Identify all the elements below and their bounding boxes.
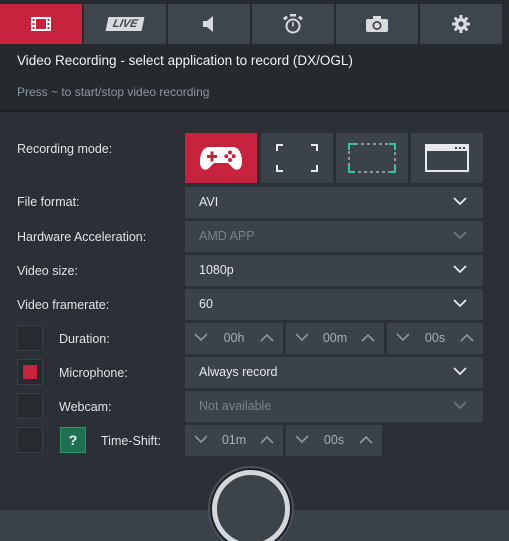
chevron-up-icon[interactable] [460, 333, 474, 342]
timeshift-checkbox[interactable] [17, 427, 43, 453]
record-button[interactable] [212, 470, 290, 541]
file-format-select[interactable]: AVI [185, 187, 483, 218]
window-icon [425, 144, 469, 172]
duration-hours-stepper[interactable]: 00h [185, 323, 283, 354]
chevron-down-icon [453, 401, 467, 410]
timeshift-help-button[interactable]: ? [60, 427, 86, 453]
file-format-value: AVI [199, 195, 219, 209]
mode-game-button[interactable] [185, 133, 257, 183]
tab-settings[interactable] [420, 4, 502, 44]
chevron-down-icon [453, 231, 467, 240]
tab-live[interactable]: LIVE [84, 4, 166, 44]
video-size-select[interactable]: 1080p [185, 255, 483, 286]
timeshift-seconds-stepper[interactable]: 00s [286, 425, 382, 456]
divider [0, 110, 509, 112]
webcam-select[interactable]: Not available [185, 391, 483, 422]
recording-mode-label: Recording mode: [17, 142, 113, 156]
gear-icon [452, 15, 470, 33]
webcam-label: Webcam: [59, 400, 112, 414]
tab-audio[interactable] [168, 4, 250, 44]
chevron-up-icon[interactable] [361, 333, 375, 342]
video-size-value: 1080p [199, 263, 234, 277]
tab-screenshot[interactable] [336, 4, 418, 44]
page-title: Video Recording - select application to … [17, 53, 353, 68]
microphone-select[interactable]: Always record [185, 357, 483, 388]
chevron-up-icon[interactable] [260, 435, 274, 444]
microphone-label: Microphone: [59, 366, 128, 380]
camera-icon [366, 16, 388, 32]
mode-fullscreen-button[interactable] [261, 133, 333, 183]
timeshift-label: Time-Shift: [101, 434, 161, 448]
hw-accel-label: Hardware Acceleration: [17, 230, 147, 244]
chevron-down-icon [453, 299, 467, 308]
mode-window-button[interactable] [411, 133, 483, 183]
speaker-icon [203, 16, 213, 32]
tab-benchmark[interactable] [252, 4, 334, 44]
duration-minutes-stepper[interactable]: 00m [286, 323, 384, 354]
chevron-up-icon[interactable] [260, 333, 274, 342]
film-icon [31, 17, 51, 31]
header: Video Recording - select application to … [0, 45, 509, 110]
timeshift-minutes-stepper[interactable]: 01m [185, 425, 283, 456]
hotkey-hint: Press ~ to start/stop video recording [17, 85, 210, 99]
microphone-checkbox[interactable] [17, 359, 43, 385]
video-framerate-value: 60 [199, 297, 213, 311]
webcam-value: Not available [199, 399, 272, 413]
tab-video-recording[interactable] [0, 4, 82, 44]
microphone-value: Always record [199, 365, 278, 379]
chevron-up-icon[interactable] [359, 435, 373, 444]
top-tab-bar: LIVE [0, 0, 509, 45]
fullscreen-icon [276, 144, 318, 172]
video-framerate-label: Video framerate: [17, 298, 110, 312]
stopwatch-icon [283, 14, 303, 34]
live-icon: LIVE [105, 17, 145, 31]
region-icon [348, 143, 396, 173]
duration-label: Duration: [59, 332, 110, 346]
chevron-down-icon [453, 367, 467, 376]
webcam-checkbox[interactable] [17, 393, 43, 419]
duration-seconds-stepper[interactable]: 00s [387, 323, 483, 354]
hw-accel-select[interactable]: AMD APP [185, 221, 483, 252]
chevron-down-icon [453, 197, 467, 206]
video-framerate-select[interactable]: 60 [185, 289, 483, 320]
file-format-label: File format: [17, 195, 80, 209]
duration-checkbox[interactable] [17, 325, 43, 351]
gamepad-icon [200, 147, 242, 170]
video-size-label: Video size: [17, 264, 78, 278]
chevron-down-icon [453, 265, 467, 274]
mode-region-button[interactable] [336, 133, 408, 183]
hw-accel-value: AMD APP [199, 229, 255, 243]
